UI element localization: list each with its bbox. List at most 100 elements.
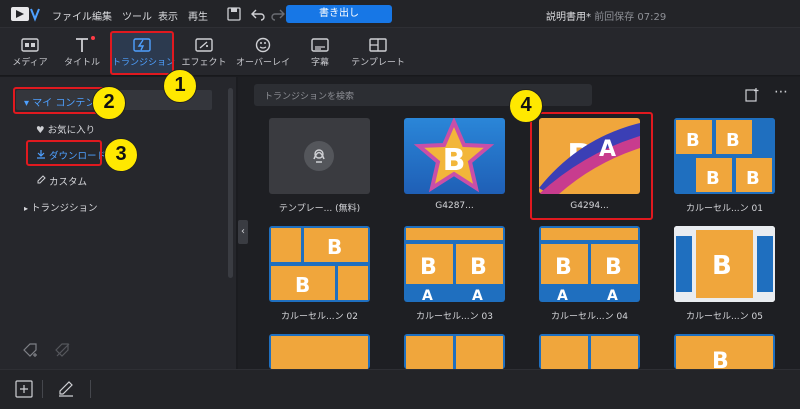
tree-custom[interactable]: カスタム: [36, 174, 87, 188]
thumb-letter-a: A: [557, 288, 568, 302]
thumb-letter-b: B: [712, 349, 729, 369]
lightbulb-icon: [304, 141, 334, 171]
carousel-thumbnail: B: [676, 336, 773, 369]
thumb-letter-b: B: [605, 255, 622, 280]
thumb-carousel-03[interactable]: B B A A: [404, 226, 505, 302]
tree-transitions[interactable]: ▸ トランジション: [24, 200, 98, 214]
timeline-toolbar: [0, 369, 800, 409]
caption-g4287: G4287...: [435, 201, 474, 211]
thumb-template-free[interactable]: [269, 118, 370, 194]
template-icon: [369, 38, 387, 52]
collapse-panel-button[interactable]: ‹: [238, 220, 248, 244]
pencil-icon: [37, 175, 46, 184]
tab-overlay[interactable]: オーバーレイ: [233, 32, 293, 74]
carousel-thumbnail: B: [674, 226, 775, 302]
tab-title-label: タイトル: [63, 58, 100, 68]
tab-template-label: テンプレート: [351, 58, 405, 68]
carousel-thumbnail: B B A A: [406, 228, 503, 302]
tree-favorites[interactable]: ♥ お気に入り: [36, 122, 95, 136]
tab-title[interactable]: タイトル: [52, 32, 112, 74]
thumb-row3-3[interactable]: [539, 334, 640, 369]
menu-edit[interactable]: 編集: [92, 8, 112, 23]
export-button[interactable]: 書き出し: [286, 5, 392, 23]
overlay-icon: [255, 37, 271, 53]
add-tag-icon[interactable]: [22, 342, 40, 358]
effect-icon: [195, 38, 213, 52]
save-icon[interactable]: [226, 6, 242, 22]
callout-badge-4: 4: [509, 89, 543, 123]
text-t-icon: [76, 38, 88, 52]
highlight-transition-tab: [110, 31, 174, 75]
caption-carousel-04: カルーセル...ン 04: [551, 312, 628, 322]
thumb-letter-b: B: [706, 168, 720, 189]
callout-badge-3: 3: [104, 138, 138, 172]
toolbar-divider: [42, 380, 43, 398]
carousel-thumbnail: [541, 336, 638, 369]
carousel-thumbnail: B B: [271, 228, 368, 300]
thumb-g4287[interactable]: B: [404, 118, 505, 194]
thumb-letter-b: B: [443, 143, 466, 178]
caption-carousel-01: カルーセル...ン 01: [686, 204, 763, 214]
thumb-letter-b: B: [555, 255, 572, 280]
star-b-thumbnail: B: [413, 118, 495, 193]
tab-subtitles[interactable]: 字幕: [290, 32, 350, 74]
tab-effect-label: エフェクト: [181, 58, 227, 68]
media-icon: [21, 38, 39, 52]
menu-view[interactable]: 表示: [158, 8, 178, 23]
tab-effect[interactable]: エフェクト: [174, 32, 234, 74]
thumb-letter-b: B: [470, 255, 487, 280]
new-indicator-dot: [91, 36, 95, 40]
tab-media[interactable]: メディア: [0, 32, 60, 74]
thumb-row3-4[interactable]: B: [674, 334, 775, 369]
tab-overlay-label: オーバーレイ: [236, 58, 290, 68]
undo-icon[interactable]: [250, 6, 266, 22]
category-panel: [0, 77, 236, 369]
subtitles-icon: [311, 38, 329, 52]
caption-template-free: テンプレー... (無料): [278, 204, 361, 214]
highlight-g4294: [530, 112, 653, 220]
thumb-letter-a: A: [607, 288, 618, 302]
project-status: 説明書用* 前回保存 07:29: [546, 8, 666, 23]
menu-bar: ファイル 編集 ツール 表示 再生 書き出し 説明書用* 前回保存 07:29: [0, 0, 800, 28]
import-icon[interactable]: [744, 87, 760, 103]
thumb-row3-2[interactable]: [404, 334, 505, 369]
toolbar-divider: [90, 380, 91, 398]
insert-clip-icon[interactable]: [14, 380, 34, 398]
carousel-thumbnail: B B A A: [541, 228, 638, 302]
tab-template[interactable]: テンプレート: [348, 32, 408, 74]
tree-transitions-label: トランジション: [31, 203, 98, 214]
caption-carousel-02: カルーセル...ン 02: [281, 312, 358, 322]
remove-tag-icon[interactable]: [54, 342, 72, 358]
thumb-carousel-04[interactable]: B B A A: [539, 226, 640, 302]
thumb-letter-b: B: [726, 130, 740, 151]
callout-badge-2: 2: [92, 86, 126, 120]
saved-status: 前回保存 07:29: [594, 12, 667, 23]
thumb-carousel-01[interactable]: B B B B: [674, 118, 775, 194]
menu-tools[interactable]: ツール: [122, 8, 152, 23]
carousel-thumbnail: [271, 336, 368, 369]
thumb-letter-b: B: [712, 251, 732, 281]
more-options-icon[interactable]: ⋯: [774, 84, 788, 100]
thumb-carousel-02[interactable]: B B: [269, 226, 370, 302]
thumb-letter-b: B: [420, 255, 437, 280]
thumb-row3-1[interactable]: [269, 334, 370, 369]
category-scrollbar[interactable]: [228, 88, 233, 278]
thumb-letter-a: A: [422, 288, 433, 302]
thumb-letter-b: B: [327, 235, 342, 259]
tree-favorites-label: お気に入り: [47, 125, 96, 136]
menu-play[interactable]: 再生: [188, 8, 208, 23]
heart-icon: ♥: [36, 125, 45, 136]
thumb-carousel-05[interactable]: B: [674, 226, 775, 302]
carousel-thumbnail: [406, 336, 503, 369]
highlight-download: [26, 140, 102, 166]
thumb-letter-b: B: [686, 130, 700, 151]
menu-file[interactable]: ファイル: [52, 8, 92, 23]
redo-icon[interactable]: [270, 6, 286, 22]
tree-custom-label: カスタム: [49, 177, 88, 188]
project-title: 説明書用*: [546, 12, 591, 23]
tab-media-label: メディア: [12, 58, 48, 68]
expand-arrow-icon: ▸: [24, 204, 29, 213]
carousel-thumbnail: B B B B: [674, 118, 775, 194]
thumb-letter-b: B: [295, 273, 310, 297]
edit-pen-icon[interactable]: [56, 380, 76, 398]
